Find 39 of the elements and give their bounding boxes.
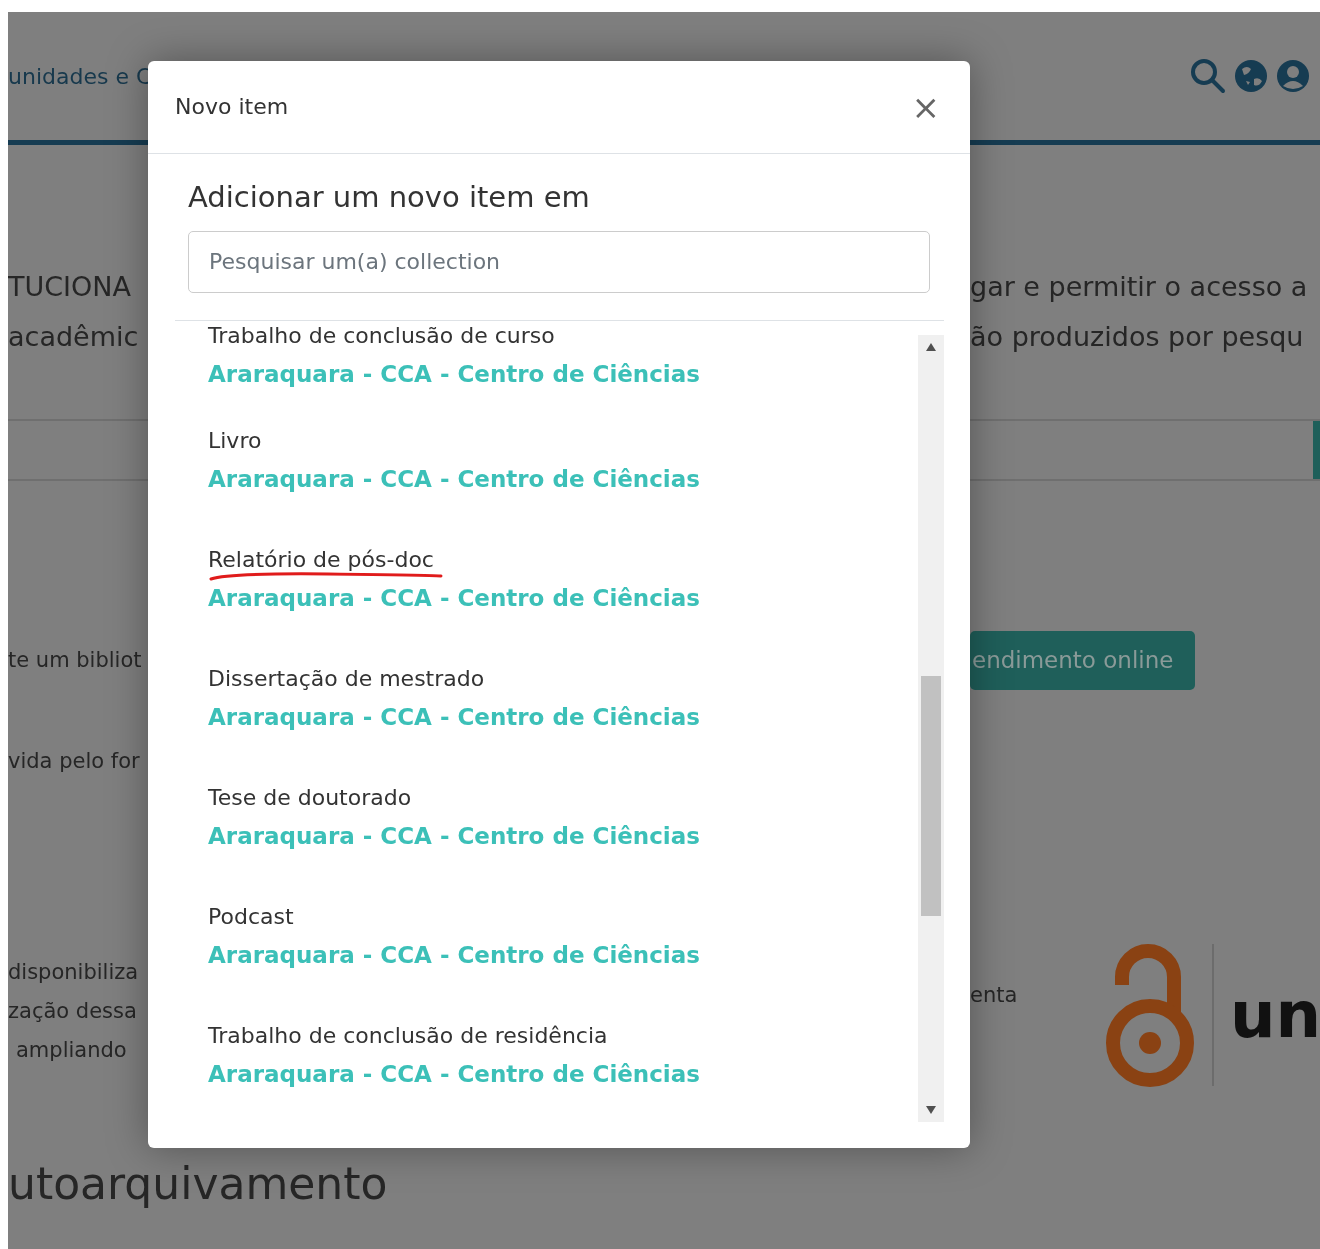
body-text: te um bibliot [8, 646, 143, 674]
collection-name: Livro [208, 426, 262, 455]
community-link[interactable]: Araraquara - CCA - Centro de Ciências [208, 580, 700, 615]
collection-name: Podcast [208, 902, 294, 931]
collection-name: Dissertação de mestrado [208, 664, 485, 693]
hero-text: TUCIONA [8, 270, 132, 304]
logo-text: un [1230, 983, 1320, 1047]
search-field[interactable]: Pesquisar um(a) collection [188, 230, 930, 293]
hero-text: ão produzidos por pesqu [970, 320, 1305, 354]
community-link[interactable]: Araraquara - CCA - Centro de Ciências [208, 699, 700, 734]
search-icon[interactable] [1190, 58, 1226, 94]
scrollbar-thumb[interactable] [921, 676, 941, 916]
community-link[interactable]: Araraquara - CCA - Centro de Ciências [208, 818, 700, 853]
online-support-button[interactable]: endimento online [970, 631, 1196, 690]
community-link[interactable]: Araraquara - CCA - Centro de Ciências [208, 356, 700, 391]
community-link[interactable]: Araraquara - CCA - Centro de Ciências [208, 461, 700, 496]
modal-heading: Adicionar um novo item em [188, 180, 591, 215]
community-link[interactable]: Araraquara - CCA - Centro de Ciências [208, 1056, 700, 1091]
collection-name: Trabalho de conclusão de curso [208, 321, 555, 350]
scrollbar[interactable] [918, 334, 944, 1122]
body-text: disponibiliza [8, 959, 140, 986]
body-text: vida pelo for [8, 747, 141, 775]
body-text: ampliando [15, 1037, 128, 1064]
body-text: zação dessa [8, 998, 138, 1025]
globe-icon[interactable] [1234, 59, 1268, 93]
collection-name: Relatório de pós-doc [208, 545, 434, 574]
user-icon[interactable] [1276, 59, 1310, 93]
body-text: enta [970, 982, 1019, 1009]
close-button[interactable]: × [907, 90, 944, 124]
scroll-down-icon[interactable] [926, 1106, 936, 1114]
section-heading: utoarquivamento [8, 1158, 388, 1209]
hero-text: gar e permitir o acesso a [970, 270, 1309, 304]
open-lock-icon [1104, 943, 1196, 1087]
community-link[interactable]: Araraquara - CCA - Centro de Ciências [208, 937, 700, 972]
scroll-up-icon[interactable] [926, 342, 936, 351]
hero-text: acadêmic [8, 320, 140, 354]
collection-name: Trabalho de conclusão de residência [208, 1021, 608, 1050]
modal-title: Novo item [175, 93, 289, 121]
collection-name: Tese de doutorado [208, 783, 412, 812]
